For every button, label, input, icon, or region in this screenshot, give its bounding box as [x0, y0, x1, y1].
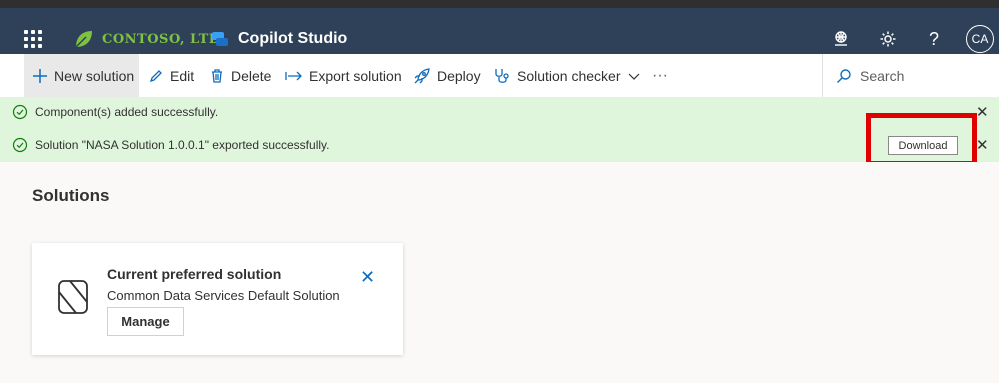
new-solution-label: New solution	[54, 67, 135, 84]
new-solution-button[interactable]: New solution	[24, 54, 139, 97]
search-icon	[837, 68, 851, 83]
notification-text: Component(s) added successfully.	[35, 105, 219, 119]
main-content: Solutions Current preferred solution Com…	[0, 162, 999, 383]
solution-checker-button[interactable]: Solution checker	[493, 54, 647, 97]
card-title: Current preferred solution	[107, 266, 282, 282]
solution-checker-label: Solution checker	[517, 67, 621, 84]
deploy-button[interactable]: Deploy	[413, 54, 481, 97]
highlight-box	[866, 113, 977, 166]
product-name[interactable]: Copilot Studio	[210, 23, 347, 55]
copilot-studio-icon	[212, 32, 228, 46]
page-title: Solutions	[32, 186, 110, 205]
export-solution-button[interactable]: Export solution	[285, 54, 402, 97]
close-icon[interactable]: ✕	[976, 136, 989, 154]
export-notification: Solution "NASA Solution 1.0.0.1" exporte…	[0, 127, 999, 162]
brand-logo[interactable]: CONTOSO, LTD.	[72, 23, 225, 55]
check-circle-icon	[12, 104, 28, 120]
product-title: Copilot Studio	[238, 30, 348, 47]
search-placeholder: Search	[860, 67, 905, 84]
leaf-icon	[75, 31, 92, 48]
plus-icon	[33, 68, 47, 83]
notification-text: Solution "NASA Solution 1.0.0.1" exporte…	[35, 137, 330, 152]
dismiss-icon[interactable]: ✕	[360, 267, 375, 288]
gear-icon[interactable]	[876, 27, 900, 51]
edit-button[interactable]: Edit	[148, 54, 194, 97]
manage-button[interactable]: Manage	[107, 307, 184, 336]
export-label: Export solution	[309, 67, 402, 84]
rocket-icon	[414, 67, 430, 83]
environment-icon[interactable]	[829, 27, 853, 51]
more-options-button[interactable]: ···	[652, 54, 668, 97]
solution-icon	[58, 280, 88, 314]
trash-icon	[212, 68, 222, 83]
check-circle-icon	[12, 137, 28, 152]
edit-label: Edit	[170, 67, 195, 84]
command-bar: New solution Edit Delete Export solution…	[0, 54, 999, 98]
help-icon[interactable]: ?	[922, 27, 946, 51]
close-icon[interactable]: ✕	[976, 103, 989, 121]
arrow-right-icon	[285, 71, 302, 80]
app-header: CONTOSO, LTD. Copilot Studio ? CA	[0, 8, 999, 54]
avatar[interactable]: CA	[966, 25, 994, 53]
chevron-down-icon	[628, 73, 639, 80]
waffle-icon[interactable]	[24, 30, 42, 48]
pencil-icon	[149, 69, 162, 82]
stethoscope-icon	[495, 68, 509, 83]
card-subtitle: Common Data Services Default Solution	[107, 288, 340, 303]
delete-label: Delete	[231, 67, 272, 84]
success-notification: Component(s) added successfully. ✕	[0, 97, 999, 127]
window-top-strip	[0, 0, 999, 8]
preferred-solution-card: Current preferred solution Common Data S…	[32, 243, 403, 355]
delete-button[interactable]: Delete	[209, 54, 271, 97]
app-window: CONTOSO, LTD. Copilot Studio ? CA New so…	[0, 0, 999, 383]
search-box[interactable]: Search	[836, 54, 904, 97]
brand-name: CONTOSO, LTD.	[102, 31, 226, 47]
command-separator	[822, 54, 823, 97]
deploy-label: Deploy	[437, 67, 481, 84]
